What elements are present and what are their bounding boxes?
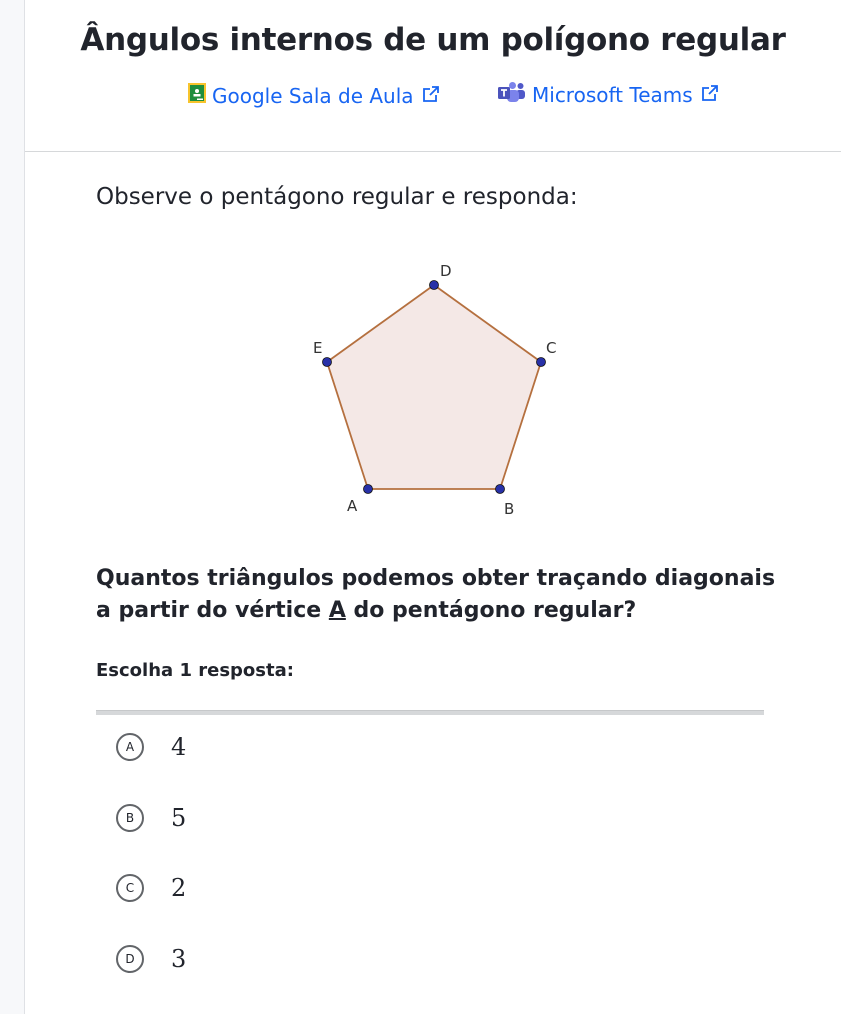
exercise-prompt: Observe o pentágono regular e responda: xyxy=(96,184,578,210)
choice-c-value: 2 xyxy=(171,874,187,902)
vertex-a-highlight: A xyxy=(328,598,346,623)
external-link-icon xyxy=(701,83,719,107)
vertex-a-point xyxy=(363,484,373,494)
choice-a[interactable]: A 4 xyxy=(116,733,186,761)
google-classroom-label: Google Sala de Aula xyxy=(212,83,414,108)
external-link-icon xyxy=(422,84,440,108)
choice-a-value: 4 xyxy=(171,733,187,761)
vertex-d-label: D xyxy=(440,262,452,280)
choice-d[interactable]: D 3 xyxy=(116,945,186,973)
choice-d-value: 3 xyxy=(171,945,187,973)
choice-d-bubble[interactable]: D xyxy=(116,945,144,973)
microsoft-teams-link[interactable]: Microsoft Teams xyxy=(498,81,719,108)
choice-b-bubble[interactable]: B xyxy=(116,804,144,832)
choice-a-bubble[interactable]: A xyxy=(116,733,144,761)
google-classroom-link[interactable]: Google Sala de Aula xyxy=(188,83,440,108)
vertex-a-label: A xyxy=(347,497,358,515)
choice-b[interactable]: B 5 xyxy=(116,804,186,832)
vertex-d-point xyxy=(429,280,439,290)
google-classroom-icon xyxy=(188,83,206,108)
choice-b-value: 5 xyxy=(171,804,187,832)
vertex-c-label: C xyxy=(546,339,556,357)
vertex-b-label: B xyxy=(504,500,514,518)
exercise-header: Ângulos internos de um polígono regular … xyxy=(25,0,841,152)
choices-divider xyxy=(96,710,764,715)
pentagon-shape xyxy=(325,283,543,490)
vertex-e-label: E xyxy=(313,339,322,357)
pentagon-figure: A B C D E xyxy=(300,250,580,534)
choose-instruction: Escolha 1 resposta: xyxy=(96,660,294,681)
microsoft-teams-label: Microsoft Teams xyxy=(532,82,693,107)
left-rail xyxy=(0,0,25,1014)
vertex-e-point xyxy=(322,357,332,367)
microsoft-teams-icon xyxy=(498,81,526,108)
vertex-c-point xyxy=(536,357,546,367)
page-title: Ângulos internos de um polígono regular xyxy=(80,22,786,58)
vertex-b-point xyxy=(495,484,505,494)
question-text: Quantos triângulos podemos obter traçand… xyxy=(96,566,776,623)
choice-c-bubble[interactable]: C xyxy=(116,874,144,902)
choice-c[interactable]: C 2 xyxy=(116,874,186,902)
